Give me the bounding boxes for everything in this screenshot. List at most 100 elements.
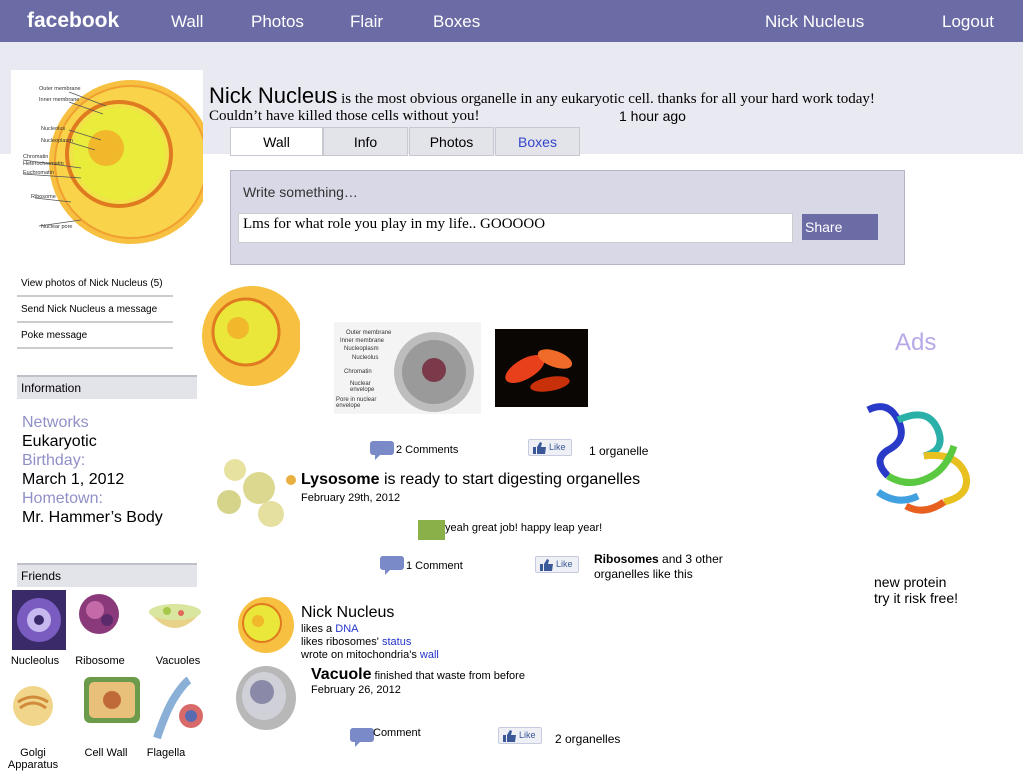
like-label: Like	[519, 730, 536, 740]
status-author[interactable]: Nick Nucleus	[209, 83, 337, 108]
ads-header: Ads	[895, 329, 937, 356]
post3-author[interactable]: Nick Nucleus	[301, 604, 394, 622]
lysosome-avatar[interactable]	[211, 458, 297, 528]
profile-picture[interactable]: Outer membrane Inner membrane Nucleolus Nu…	[11, 70, 213, 260]
post2-author[interactable]: Lysosome	[301, 471, 380, 488]
comment-icon[interactable]	[349, 727, 375, 747]
birthday-label: Birthday:	[22, 452, 86, 469]
friend-ribosome-name[interactable]: Ribosome	[70, 655, 130, 667]
protein-ad-image[interactable]	[858, 396, 976, 536]
tab-wall[interactable]: Wall	[230, 127, 323, 156]
post1-likes-count[interactable]: 1 organelle	[589, 444, 648, 458]
share-button[interactable]: Share	[802, 214, 878, 240]
nav-logout[interactable]: Logout	[942, 12, 994, 32]
friend-nucleolus-name[interactable]: Nucleolus	[5, 655, 65, 667]
post3-line2: likes ribosomes' status	[301, 636, 411, 648]
poke-message-link[interactable]: Poke message	[17, 326, 173, 349]
svg-text:Nucleoplasm: Nucleoplasm	[41, 138, 73, 144]
post3-line2-text: likes ribosomes'	[301, 636, 382, 648]
post2-line: Lysosome is ready to start digesting org…	[301, 471, 640, 489]
birthday-value: March 1, 2012	[22, 471, 125, 488]
nucleus-diagram-photo[interactable]: Outer membrane Inner membrane Nucleoplasm N…	[334, 322, 481, 414]
networks-label: Networks	[22, 414, 89, 431]
nucleus-diagram-icon: Outer membrane Inner membrane Nucleoplasm N…	[336, 330, 474, 412]
post4-text: finished that waste from before	[371, 670, 525, 682]
post2-like-button[interactable]: Like	[535, 556, 579, 573]
friend-nucleolus-photo[interactable]	[12, 590, 66, 650]
like-label: Like	[549, 442, 566, 452]
comment-icon[interactable]	[379, 555, 405, 575]
svg-text:Nuclear pore: Nuclear pore	[41, 224, 73, 230]
vacuole-avatar[interactable]	[234, 662, 304, 732]
post3-line3: wrote on mitochondria's wall	[301, 649, 439, 661]
post1-comments-count[interactable]: 2 Comments	[396, 444, 458, 456]
post3-line1-text: likes a	[301, 623, 336, 635]
post2-date: February 29th, 2012	[301, 492, 401, 504]
status-link[interactable]: status	[382, 636, 411, 648]
ad-line1[interactable]: new protein	[874, 574, 946, 590]
status-time: 1 hour ago	[619, 108, 686, 124]
fluorescent-cells-icon	[505, 349, 573, 392]
dna-link[interactable]: DNA	[335, 623, 358, 635]
tab-boxes[interactable]: Boxes	[495, 127, 580, 156]
post2-likes-line2: organelles like this	[594, 567, 693, 581]
thumbs-up-icon	[503, 730, 516, 742]
svg-text:Euchromatin: Euchromatin	[23, 170, 54, 176]
cell-thumbnail-icon	[238, 597, 294, 653]
friend-vacuoles-name[interactable]: Vacuoles	[148, 655, 208, 667]
nav-wall[interactable]: Wall	[171, 12, 203, 32]
cell-wall-image-icon	[84, 677, 140, 723]
friend-flagella-name[interactable]: Flagella	[137, 747, 195, 759]
svg-text:Outer membrane: Outer membrane	[39, 86, 81, 92]
nick-avatar-small[interactable]	[222, 594, 294, 656]
svg-text:Heterochromatin: Heterochromatin	[23, 161, 64, 167]
information-header: Information	[17, 375, 197, 399]
post2-likes-name[interactable]: Ribosomes	[594, 552, 659, 566]
svg-text:Ribosome: Ribosome	[31, 194, 56, 200]
svg-text:envelope: envelope	[336, 403, 361, 409]
top-bar	[0, 0, 1023, 42]
send-message-link[interactable]: Send Nick Nucleus a message	[17, 300, 173, 323]
facebook-logo[interactable]: facebook	[27, 9, 119, 33]
thumbs-up-icon	[533, 442, 546, 454]
friend-golgi-photo[interactable]	[10, 678, 56, 728]
cells-fluorescence-photo[interactable]	[495, 329, 588, 407]
post-input[interactable]: Lms for what role you play in my life.. …	[238, 213, 793, 243]
friend-vacuoles-photo[interactable]	[147, 598, 203, 638]
vacuole-image-icon	[236, 666, 296, 730]
svg-text:Inner membrane: Inner membrane	[39, 97, 79, 103]
friend-golgi-name[interactable]: Golgi Apparatus	[4, 747, 62, 771]
post4-like-button[interactable]: Like	[498, 727, 542, 744]
protein-structure-icon	[866, 403, 971, 514]
nav-photos[interactable]: Photos	[251, 12, 304, 32]
post4-comment-link[interactable]: Comment	[373, 727, 421, 739]
nav-profile-user[interactable]: Nick Nucleus	[765, 12, 864, 32]
ad-line2[interactable]: try it risk free!	[874, 590, 958, 606]
svg-text:Nucleoplasm: Nucleoplasm	[344, 346, 379, 352]
commenter-avatar[interactable]	[418, 520, 445, 540]
friend-cellwall-photo[interactable]	[82, 675, 142, 725]
tab-info[interactable]: Info	[323, 127, 408, 156]
post-author-avatar[interactable]	[174, 280, 302, 394]
post4-likes-count[interactable]: 2 organelles	[555, 732, 620, 746]
post2-comments-count[interactable]: 1 Comment	[406, 560, 463, 572]
friend-cellwall-name[interactable]: Cell Wall	[78, 747, 134, 759]
svg-text:Inner membrane: Inner membrane	[340, 338, 385, 344]
post1-like-button[interactable]: Like	[528, 439, 572, 456]
nav-boxes[interactable]: Boxes	[433, 12, 480, 32]
post3-line3-text: wrote on mitochondria's	[301, 649, 420, 661]
nav-flair[interactable]: Flair	[350, 12, 383, 32]
view-photos-link[interactable]: View photos of Nick Nucleus (5)	[17, 274, 173, 297]
tab-photos[interactable]: Photos	[409, 127, 494, 156]
post4-author[interactable]: Vacuole	[311, 666, 371, 683]
svg-text:Nucleolus: Nucleolus	[41, 126, 65, 132]
post4-date: February 26, 2012	[311, 684, 401, 696]
post2-comment-text: yeah great job! happy leap year!	[445, 522, 603, 534]
wall-link[interactable]: wall	[420, 649, 439, 661]
svg-text:Chromatin: Chromatin	[23, 154, 48, 160]
friend-flagella-photo[interactable]	[143, 674, 213, 742]
comment-icon[interactable]	[369, 440, 395, 460]
svg-text:envelope: envelope	[350, 387, 375, 393]
friend-ribosome-photo[interactable]	[75, 590, 127, 640]
svg-text:Outer membrane: Outer membrane	[346, 330, 392, 336]
